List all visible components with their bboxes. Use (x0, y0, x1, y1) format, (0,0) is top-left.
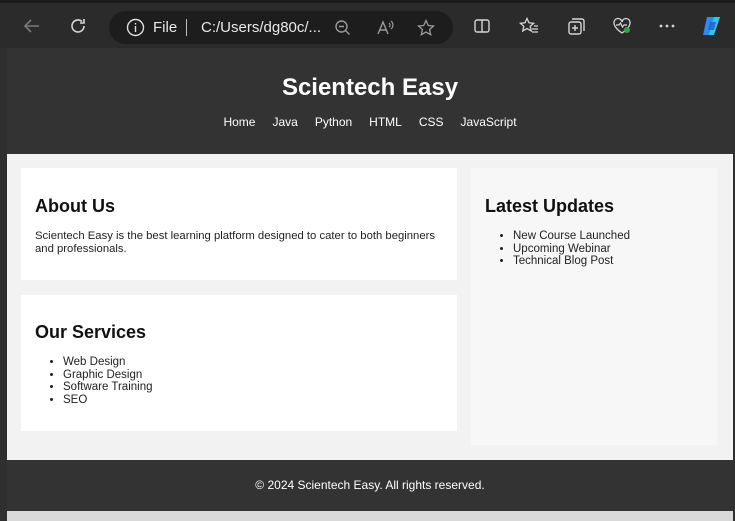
list-item: Web Design (63, 356, 153, 369)
split-screen-icon[interactable] (467, 11, 497, 41)
about-section: About Us Scientech Easy is the best lear… (21, 168, 457, 280)
updates-heading: Latest Updates (485, 196, 615, 216)
nav-link-css[interactable]: CSS (419, 115, 444, 129)
services-list: Web Design Graphic Design Software Train… (63, 356, 153, 406)
nav-link-javascript[interactable]: JavaScript (461, 115, 517, 129)
more-options-icon[interactable] (652, 11, 682, 41)
nav-link-home[interactable]: Home (223, 115, 255, 129)
about-heading: About Us (35, 196, 115, 216)
list-item: Software Training (63, 381, 153, 394)
list-item: New Course Launched (513, 230, 630, 243)
window-bottom-edge (7, 511, 733, 521)
services-heading: Our Services (35, 322, 147, 342)
site-nav: Home Java Python HTML CSS JavaScript (7, 115, 733, 129)
list-item: Graphic Design (63, 369, 153, 382)
read-aloud-icon[interactable] (376, 19, 394, 37)
list-item: Technical Blog Post (513, 255, 630, 268)
about-text: Scientech Easy is the best learning plat… (35, 230, 436, 255)
copilot-icon[interactable] (697, 11, 727, 41)
browser-toolbar: File C:/Users/dg80c/... (0, 0, 735, 48)
nav-link-java[interactable]: Java (272, 115, 297, 129)
favorites-icon[interactable] (514, 11, 544, 41)
site-header: Scientech Easy Home Java Python HTML CSS… (7, 48, 733, 154)
site-title: Scientech Easy (281, 74, 459, 101)
zoom-out-icon[interactable] (334, 19, 352, 37)
address-scheme-label: File (153, 19, 178, 36)
services-section: Our Services Web Design Graphic Design S… (21, 295, 457, 431)
collections-icon[interactable] (561, 11, 591, 41)
browser-essentials-icon[interactable] (607, 11, 637, 41)
favorite-star-icon[interactable] (417, 19, 435, 37)
list-item: SEO (63, 394, 153, 407)
nav-link-python[interactable]: Python (315, 115, 352, 129)
updates-list: New Course Launched Upcoming Webinar Tec… (513, 230, 630, 268)
page-viewport: Scientech Easy Home Java Python HTML CSS… (7, 48, 733, 511)
back-icon[interactable] (17, 11, 47, 41)
refresh-icon[interactable] (63, 11, 93, 41)
address-divider (186, 19, 187, 36)
nav-link-html[interactable]: HTML (369, 115, 402, 129)
site-footer: © 2024 Scientech Easy. All rights reserv… (7, 460, 733, 511)
info-icon[interactable] (126, 18, 145, 37)
address-url[interactable]: C:/Users/dg80c/... (201, 19, 321, 36)
updates-section: Latest Updates New Course Launched Upcom… (471, 168, 717, 445)
address-bar[interactable]: File C:/Users/dg80c/... (109, 11, 453, 44)
list-item: Upcoming Webinar (513, 243, 630, 256)
